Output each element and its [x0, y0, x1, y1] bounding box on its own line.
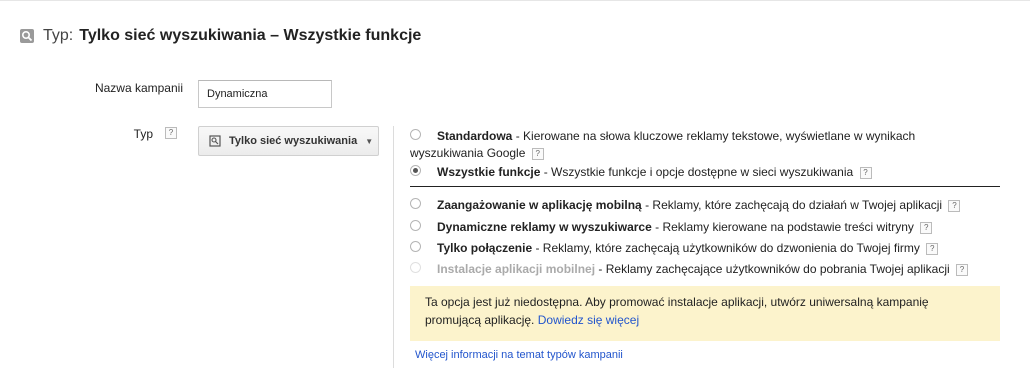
option-name: Tylko połączenie	[437, 241, 533, 255]
option-zaangazowanie[interactable]: Zaangażowanie w aplikację mobilną - Rekl…	[410, 197, 1020, 214]
campaign-name-input[interactable]	[198, 80, 332, 108]
options-divider-vertical	[393, 126, 394, 368]
option-desc: - Reklamy, które zachęcają użytkowników …	[532, 241, 920, 255]
option-dynamiczne[interactable]: Dynamiczne reklamy w wyszukiwarce - Rekl…	[410, 219, 1020, 236]
page-header: Typ: Tylko sieć wyszukiwania – Wszystkie…	[20, 27, 421, 45]
option-instalacje-aplikacji: Instalacje aplikacji mobilnej - Reklamy …	[410, 261, 1020, 278]
page-title: Tylko sieć wyszukiwania – Wszystkie funk…	[79, 27, 422, 44]
notice-text-continued: promującą aplikację.	[425, 313, 535, 327]
help-icon[interactable]: ?	[531, 147, 544, 160]
option-desc: - Kierowane na słowa kluczowe reklamy te…	[512, 129, 916, 143]
notice-box: Ta opcja jest już niedostępna. Aby promo…	[410, 286, 1000, 341]
radio-wszystkie-funkcje[interactable]	[410, 165, 421, 176]
radio-tylko-polaczenie[interactable]	[410, 241, 421, 252]
option-name: Wszystkie funkcje	[437, 165, 541, 179]
option-name: Instalacje aplikacji mobilnej	[437, 262, 596, 276]
campaign-name-label: Nazwa kampanii	[94, 81, 183, 95]
option-name: Dynamiczne reklamy w wyszukiwarce	[437, 220, 652, 234]
option-standardowa[interactable]: Standardowa - Kierowane na słowa kluczow…	[410, 128, 1020, 145]
help-icon[interactable]: ?	[948, 199, 961, 212]
type-help-icon[interactable]: ?	[165, 127, 177, 139]
radio-dynamiczne[interactable]	[410, 220, 421, 231]
notice-text: Ta opcja jest już niedostępna. Aby promo…	[425, 295, 929, 309]
help-icon[interactable]: ?	[920, 221, 933, 234]
option-wszystkie-funkcje[interactable]: Wszystkie funkcje - Wszystkie funkcje i …	[410, 164, 1020, 181]
type-label: Typ	[133, 127, 153, 141]
search-network-icon	[209, 135, 221, 147]
option-name: Standardowa	[437, 129, 513, 143]
more-info-link[interactable]: Więcej informacji na temat typów kampani…	[415, 349, 623, 361]
learn-more-link[interactable]: Dowiedz się więcej	[538, 313, 639, 327]
option-desc: - Reklamy, które zachęcają do działań w …	[641, 198, 943, 212]
option-desc-continued: wyszukiwania Google	[410, 146, 526, 160]
options-divider	[410, 186, 1000, 187]
help-icon[interactable]: ?	[926, 242, 939, 255]
help-icon[interactable]: ?	[956, 263, 969, 276]
top-border	[0, 0, 1030, 1]
option-standardowa-line2: wyszukiwania Google ?	[410, 145, 1020, 162]
chevron-down-icon: ▼	[365, 136, 374, 146]
search-icon	[20, 29, 34, 43]
radio-instalacje-aplikacji	[410, 262, 421, 273]
radio-zaangazowanie[interactable]	[410, 198, 421, 209]
radio-standardowa[interactable]	[410, 129, 421, 140]
option-desc: - Reklamy kierowane na podstawie treści …	[651, 220, 914, 234]
option-desc: - Reklamy zachęcające użytkowników do po…	[595, 262, 950, 276]
option-tylko-polaczenie[interactable]: Tylko połączenie - Reklamy, które zachęc…	[410, 240, 1020, 257]
option-name: Zaangażowanie w aplikację mobilną	[437, 198, 642, 212]
campaign-type-dropdown[interactable]: Tylko sieć wyszukiwania ▼	[198, 126, 379, 156]
help-icon[interactable]: ?	[859, 166, 872, 179]
campaign-type-value: Tylko sieć wyszukiwania	[229, 135, 358, 147]
header-prefix: Typ:	[43, 27, 74, 44]
option-desc: - Wszystkie funkcje i opcje dostępne w s…	[540, 165, 854, 179]
